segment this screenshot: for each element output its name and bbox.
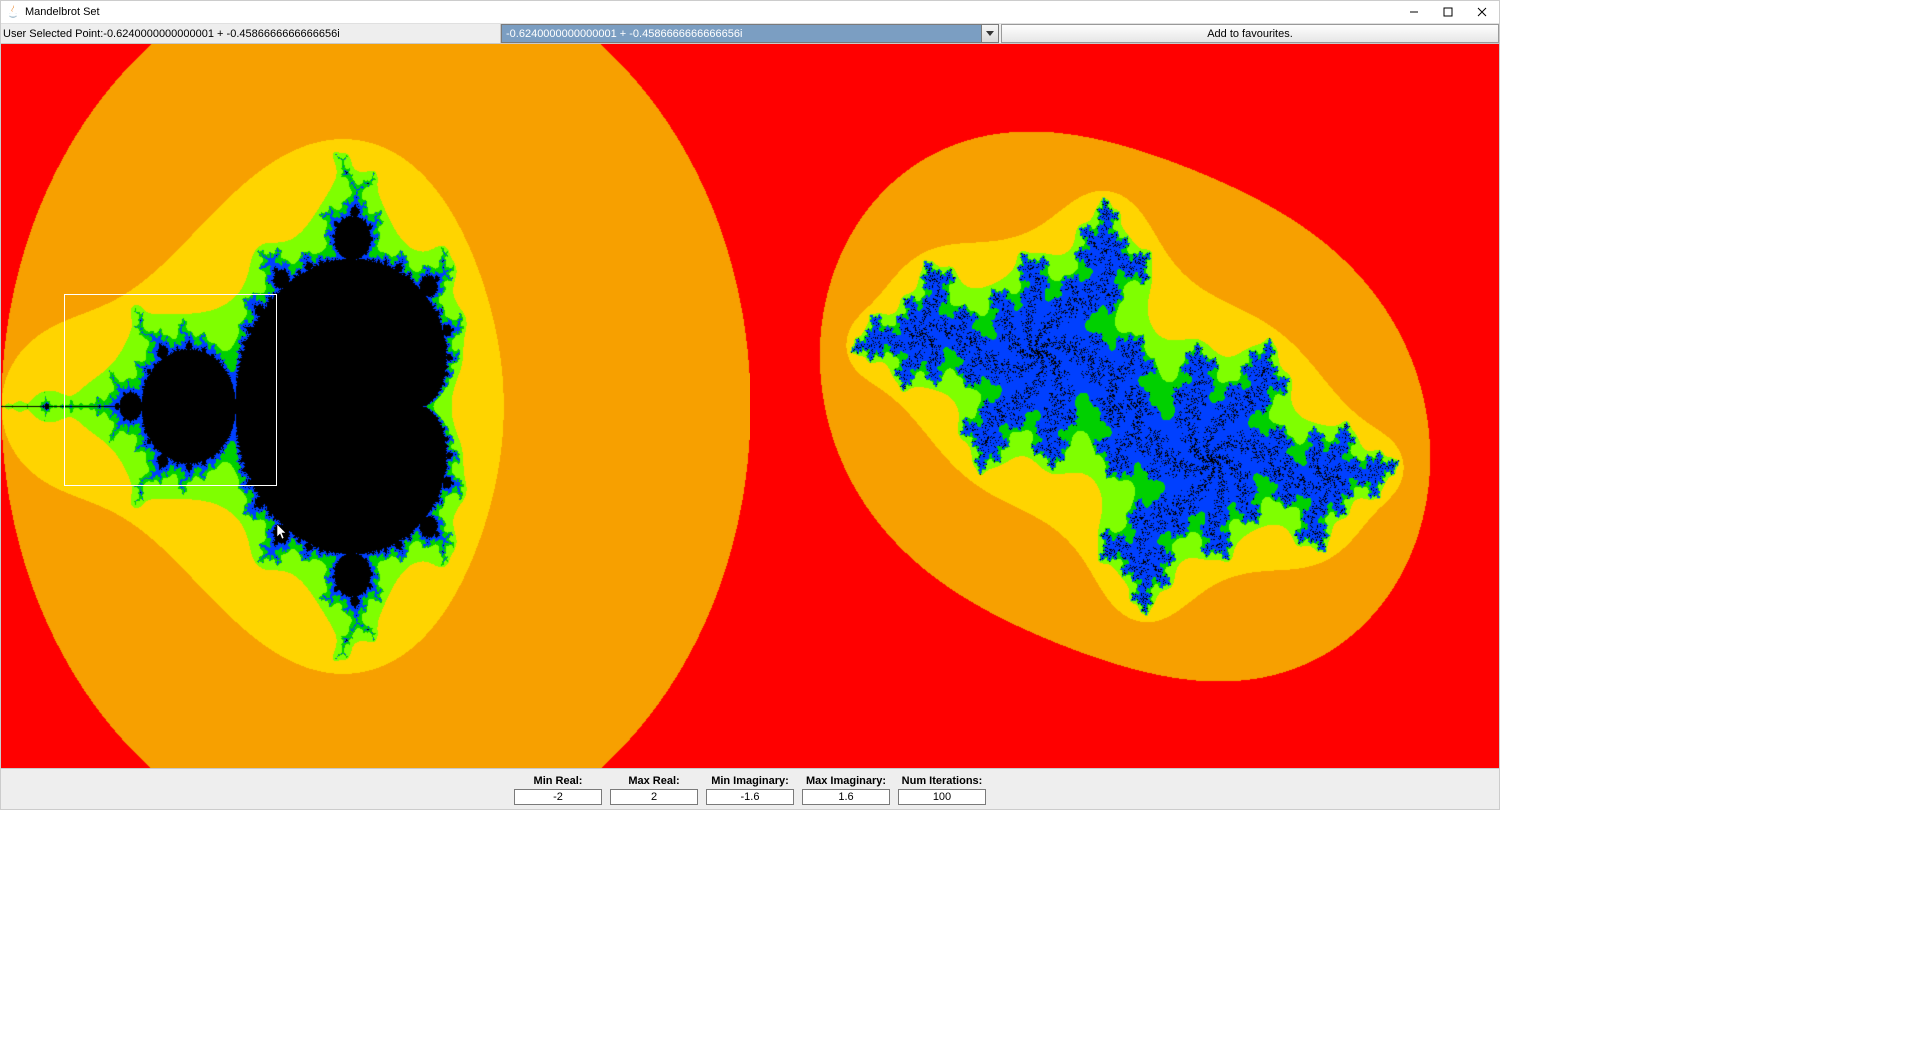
title-bar: Mandelbrot Set xyxy=(1,1,1499,24)
min-imag-label: Min Imaginary: xyxy=(706,773,794,789)
min-real-label: Min Real: xyxy=(514,773,602,789)
julia-panel[interactable] xyxy=(750,44,1499,768)
selected-point-label: User Selected Point: -0.6240000000000001… xyxy=(1,24,501,43)
window-title: Mandelbrot Set xyxy=(25,6,108,18)
iterations-label: Num Iterations: xyxy=(898,773,986,789)
minimize-button[interactable] xyxy=(1397,1,1431,23)
maximize-button[interactable] xyxy=(1431,1,1465,23)
add-to-favourites-button[interactable]: Add to favourites. xyxy=(1001,24,1499,43)
close-button[interactable] xyxy=(1465,1,1499,23)
max-imag-label: Max Imaginary: xyxy=(802,773,890,789)
java-app-icon xyxy=(5,4,21,20)
render-area xyxy=(1,44,1499,768)
julia-canvas xyxy=(750,44,1499,768)
mandelbrot-panel[interactable] xyxy=(1,44,750,768)
mandelbrot-canvas xyxy=(1,44,750,768)
toolbar: User Selected Point: -0.6240000000000001… xyxy=(1,24,1499,44)
app-window: Mandelbrot Set User Selected Point: -0.6… xyxy=(0,0,1500,810)
iterations-input[interactable] xyxy=(898,789,986,805)
favourites-combobox[interactable]: -0.6240000000000001 + -0.458666666666665… xyxy=(501,24,999,43)
min-real-input[interactable] xyxy=(514,789,602,805)
min-imag-input[interactable] xyxy=(706,789,794,805)
parameters-footer: Min Real: Max Real: Min Imaginary: Max I… xyxy=(1,768,1499,809)
max-imag-input[interactable] xyxy=(802,789,890,805)
favourites-combobox-value: -0.6240000000000001 + -0.458666666666665… xyxy=(502,28,981,40)
max-real-input[interactable] xyxy=(610,789,698,805)
max-real-label: Max Real: xyxy=(610,773,698,789)
chevron-down-icon[interactable] xyxy=(981,25,998,42)
